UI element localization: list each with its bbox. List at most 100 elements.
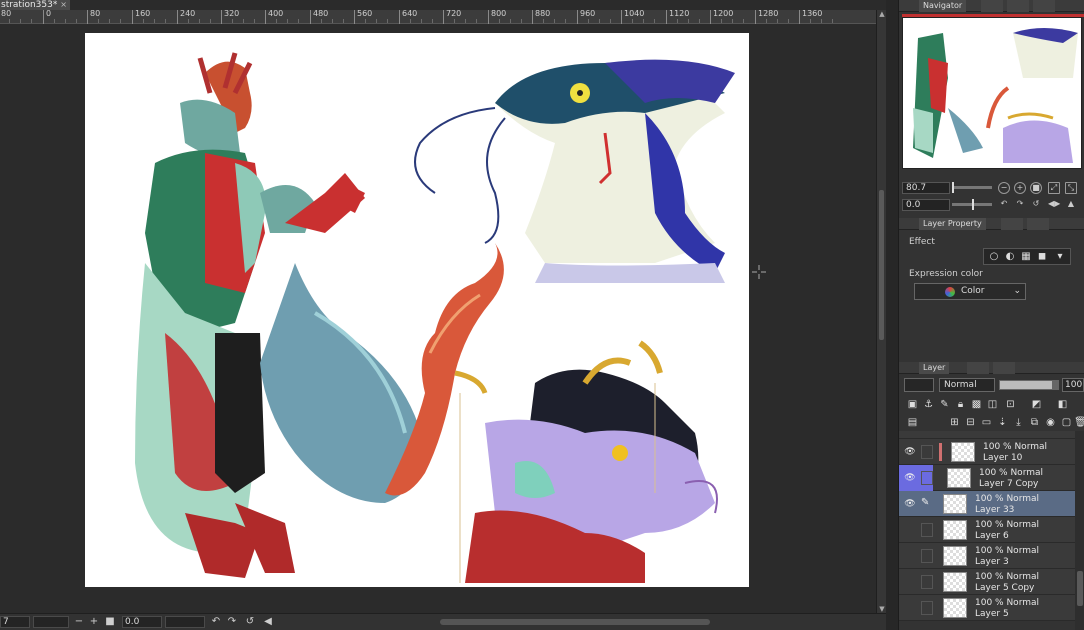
scroll-down-icon[interactable]: ▼	[878, 605, 886, 613]
rotation-slider[interactable]	[165, 616, 205, 628]
visibility-eye-icon[interactable]: 👁︎	[903, 446, 917, 458]
pattern-effect-icon[interactable]: ▦	[1020, 251, 1032, 263]
flip-vertical-icon[interactable]: ▲	[1065, 199, 1077, 211]
new-vector-layer-icon[interactable]: ⊟	[964, 416, 977, 429]
zoom-out-button[interactable]: −	[73, 616, 85, 628]
canvas-vertical-scrollbar[interactable]: ▲ ▼	[876, 10, 886, 613]
rotation-field[interactable]: 0.0	[122, 616, 162, 628]
navigator-preview[interactable]	[902, 14, 1084, 169]
clip-layer-icon[interactable]: ▣	[906, 398, 919, 411]
layer-scroll-thumb[interactable]	[1077, 571, 1083, 606]
new-folder-icon[interactable]: ▭	[980, 416, 993, 429]
visibility-eye-icon[interactable]	[903, 550, 917, 562]
lock-transparent-icon[interactable]: ▩	[970, 398, 983, 411]
layer-color-icon[interactable]: ◼	[1036, 251, 1048, 263]
tab-search[interactable]	[1033, 0, 1055, 12]
layer-lock-toggle[interactable]	[921, 523, 933, 537]
horizontal-scroll-thumb[interactable]	[440, 619, 710, 625]
panel-menu-icon[interactable]: ▤	[906, 416, 919, 429]
layer-row[interactable]: 100 % Normal Layer 5 Copy	[899, 569, 1075, 595]
layer-row[interactable]: 👁︎ ✎ 100 % Normal Layer 33	[899, 491, 1075, 517]
border-effect-icon[interactable]: ○	[988, 251, 1000, 263]
mask-enable-icon[interactable]: ◫	[986, 398, 999, 411]
layer-color-swatch-icon[interactable]: ◧	[1056, 398, 1069, 411]
layer-lock-toggle[interactable]	[921, 575, 933, 589]
effect-dropdown-icon[interactable]: ▾	[1054, 251, 1066, 263]
lock-layer-icon[interactable]: 🔒︎	[954, 398, 967, 411]
layer-lock-toggle[interactable]	[921, 471, 933, 485]
visibility-eye-icon[interactable]	[903, 602, 917, 614]
tone-effect-icon[interactable]: ◐	[1004, 251, 1016, 263]
new-raster-layer-icon[interactable]: ⊞	[948, 416, 961, 429]
flip-horizontal-icon[interactable]: ◀▶	[1048, 199, 1060, 211]
transfer-down-icon[interactable]: ⇣	[996, 416, 1009, 429]
apply-mask-icon[interactable]: ▢	[1060, 416, 1073, 429]
zoom-in-button[interactable]: +	[88, 616, 100, 628]
ruler-icon[interactable]: ⊡	[1004, 398, 1017, 411]
layer-opacity-blend: 100 % Normal	[975, 572, 1040, 582]
tab-item-bank[interactable]	[1007, 0, 1029, 12]
actual-size-icon[interactable]: ■	[1030, 182, 1042, 194]
tab-history[interactable]	[1001, 218, 1023, 230]
draft-layer-icon[interactable]: ✎	[938, 398, 951, 411]
visibility-eye-icon[interactable]	[903, 524, 917, 536]
vertical-scroll-thumb[interactable]	[879, 190, 884, 340]
panel-divider[interactable]	[886, 0, 898, 630]
layer-list-scrollbar[interactable]	[1075, 431, 1084, 630]
rotate-left-icon[interactable]: ↶	[998, 199, 1010, 211]
expression-color-select[interactable]: Color ⌄	[914, 283, 1026, 300]
navigator-zoom-slider[interactable]	[952, 182, 992, 193]
blend-mode-select[interactable]: Normal	[939, 378, 995, 392]
tab-layer-property[interactable]: Layer Property	[919, 218, 986, 230]
scroll-up-icon[interactable]: ▲	[878, 10, 886, 18]
fit-window-icon[interactable]: ⤢	[1048, 182, 1060, 194]
layer-mask-icon[interactable]: ◉	[1044, 416, 1057, 429]
zoom-out-icon[interactable]: −	[998, 182, 1010, 194]
ruler-minor-tick	[376, 19, 377, 23]
close-tab-icon[interactable]: ×	[60, 0, 67, 10]
tab-layer[interactable]: Layer	[919, 362, 950, 374]
layer-row[interactable]: 100 % Normal Layer 3	[899, 543, 1075, 569]
opacity-slider[interactable]	[999, 380, 1059, 390]
layer-row[interactable]: 👁︎ 100 % Normal Layer 10	[899, 439, 1075, 465]
duplicate-layer-icon[interactable]: ⧉	[1028, 416, 1041, 429]
tab-layer-search[interactable]	[967, 362, 989, 374]
navigator-rotation-field[interactable]: 0.0	[902, 199, 950, 211]
tab-animation[interactable]	[993, 362, 1015, 374]
zoom-slider[interactable]	[33, 616, 69, 628]
merge-down-icon[interactable]: ⤓	[1012, 416, 1025, 429]
visibility-eye-icon[interactable]: 👁︎	[903, 498, 917, 510]
tab-navigator[interactable]: Navigator	[919, 0, 967, 12]
flip-icon[interactable]: ◀	[262, 616, 274, 628]
canvas-workspace[interactable]	[0, 25, 876, 613]
palette-color-icon[interactable]: ◩	[1030, 398, 1043, 411]
layer-lock-toggle[interactable]: ✎	[921, 497, 933, 511]
zoom-in-icon[interactable]: +	[1014, 182, 1026, 194]
fit-square-icon[interactable]: ■	[104, 616, 116, 628]
layer-type-select[interactable]	[904, 378, 934, 392]
navigator-rotation-slider[interactable]	[952, 199, 992, 210]
visibility-eye-icon[interactable]	[903, 576, 917, 588]
artwork-canvas[interactable]	[85, 33, 749, 587]
layer-lock-toggle[interactable]	[921, 549, 933, 563]
tab-subview[interactable]	[981, 0, 1003, 12]
reference-layer-icon[interactable]: ⚓	[922, 398, 935, 411]
layer-row-partial[interactable]	[899, 431, 1075, 439]
visibility-eye-icon[interactable]: 👁︎	[903, 472, 917, 484]
opacity-field[interactable]: 100	[1062, 378, 1084, 392]
rotate-left-icon[interactable]: ↶	[210, 616, 222, 628]
rotate-right-icon[interactable]: ↷	[1014, 199, 1026, 211]
fill-window-icon[interactable]: ⤡	[1065, 182, 1077, 194]
layer-lock-toggle[interactable]	[921, 601, 933, 615]
navigator-zoom-field[interactable]: 80.7	[902, 182, 950, 194]
layer-lock-toggle[interactable]	[921, 445, 933, 459]
zoom-field[interactable]: 7	[0, 616, 30, 628]
rotate-right-icon[interactable]: ↷	[226, 616, 238, 628]
layer-row[interactable]: 100 % Normal Layer 5	[899, 595, 1075, 621]
layer-row[interactable]: 100 % Normal Layer 6	[899, 517, 1075, 543]
tab-auto-action[interactable]	[1027, 218, 1049, 230]
reset-rotation-icon[interactable]: ↺	[1030, 199, 1042, 211]
delete-layer-icon[interactable]: 🗑︎	[1074, 416, 1084, 429]
layer-row[interactable]: 👁︎ 100 % Normal Layer 7 Copy	[899, 465, 1075, 491]
reset-rotation-icon[interactable]: ↺	[244, 616, 256, 628]
